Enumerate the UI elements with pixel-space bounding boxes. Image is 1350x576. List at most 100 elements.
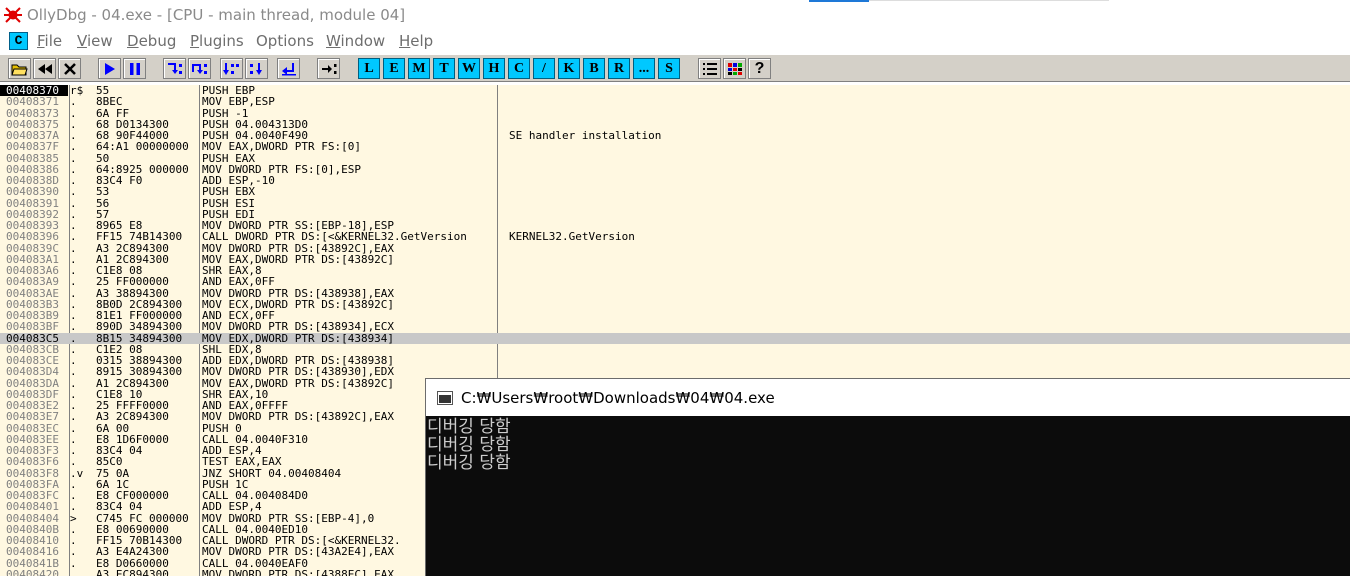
flow-marker: . [70,130,77,141]
disasm-row[interactable]: 00408386. 64:8925 000000 MOV DWORD PTR FS:… [0,164,1350,175]
hex-dump-cell: 25 FFFF0000 [96,400,169,411]
step-into-icon[interactable] [163,58,186,79]
address-cell: 004083EE [6,433,59,445]
flow-marker: . [70,433,77,445]
threads-window-button[interactable]: T [433,58,455,79]
hex-dump-cell: 8B15 34894300 [96,332,183,344]
menu-debug[interactable]: Debug [127,32,176,50]
flow-marker: .v [70,467,84,479]
disasm-row[interactable]: 004083CE. 0315 38894300 ADD EDX,DWORD PTR … [0,355,1350,366]
flow-marker: . [70,175,77,186]
modules-window-button[interactable]: E [383,58,405,79]
disasm-row[interactable]: 00408385. 50 PUSH EAX [0,153,1350,164]
address-cell: 00408393 [6,220,59,231]
instruction-cell: ADD ESP,-10 [202,175,275,186]
address-cell: 00408371 [6,96,59,108]
trace-over-icon[interactable] [245,58,268,79]
flow-marker: . [70,478,77,490]
disasm-row[interactable]: 00408370 r$ 55 PUSH EBP [0,85,1350,96]
flow-marker: . [70,96,77,108]
hex-dump-cell: 83C4 04 [96,501,143,513]
menu-options[interactable]: Options [256,32,314,50]
disasm-row[interactable]: 004083B3. 8B0D 2C894300 MOV ECX,DWORD PTR … [0,299,1350,310]
console-app-icon [437,391,453,405]
address-cell: 00408416 [6,546,59,558]
log-window-button[interactable]: L [358,58,380,79]
flow-marker: . [70,242,77,254]
address-cell: 00408392 [6,208,59,220]
instruction-cell: MOV EBP,ESP [202,96,275,108]
address-cell: 0040837A [6,130,59,141]
disasm-row[interactable]: 004083CB. C1E2 08 SHL EDX,8 [0,344,1350,355]
windows-window-button[interactable]: W [458,58,480,79]
flow-marker: . [70,535,77,546]
disasm-row[interactable]: 004083A1. A1 2C894300 MOV EAX,DWORD PTR DS… [0,254,1350,265]
disasm-row[interactable]: 0040837A. 68 90F44000 PUSH 04.0040F490 SE h… [0,130,1350,141]
disasm-row[interactable]: 0040838D. 83C4 F0 ADD ESP,-10 [0,175,1350,186]
execute-till-return-icon[interactable] [277,58,300,79]
console-title-bar[interactable]: C:₩Users₩root₩Downloads₩04₩04.exe [425,378,1350,416]
disasm-row[interactable]: 00408373. 6A FF PUSH -1 [0,108,1350,119]
disasm-row[interactable]: 00408390. 53 PUSH EBX [0,186,1350,197]
address-cell: 00408385 [6,152,59,164]
console-window[interactable]: C:₩Users₩root₩Downloads₩04₩04.exe 디버깅 당함… [425,378,1350,576]
list-icon[interactable] [698,58,721,79]
flow-marker: . [70,490,77,501]
disasm-row[interactable]: 004083C5. 8B15 34894300 MOV EDX,DWORD PTR … [0,332,1350,344]
disasm-row[interactable]: 00408396. FF15 74B14300 CALL DWORD PTR DS:… [0,231,1350,242]
trace-into-icon[interactable] [220,58,243,79]
menu-plugins[interactable]: Plugins [190,32,244,50]
address-cell: 004083A6 [6,265,59,276]
cpu-window-icon[interactable]: C [9,32,28,50]
close-icon[interactable] [58,58,81,79]
go-to-origin-icon[interactable] [317,58,340,79]
memory-window-button[interactable]: M [408,58,430,79]
disasm-row[interactable]: 00408391. 56 PUSH ESI [0,198,1350,209]
hex-dump-cell: 890D 34894300 [96,321,183,333]
help-button[interactable]: ? [748,58,771,79]
flow-marker: . [70,422,77,434]
flow-marker: r$ [70,85,84,96]
disasm-row[interactable]: 004083D4. 8915 30894300 MOV DWORD PTR DS:[… [0,366,1350,377]
disasm-row[interactable]: 004083A9. 25 FF000000 AND EAX,0FF [0,276,1350,287]
disasm-row[interactable]: 0040837F. 64:A1 00000000 MOV EAX,DWORD PTR… [0,141,1350,152]
instruction-cell: SHR EAX,8 [202,265,262,276]
disasm-row[interactable]: 00408392. 57 PUSH EDI [0,209,1350,220]
flow-marker: . [70,411,77,423]
call-stack-window-button[interactable]: K [558,58,580,79]
cpu-window-button[interactable]: C [508,58,530,79]
run-trace-window-button[interactable]: ... [633,58,655,79]
references-window-button[interactable]: R [608,58,630,79]
run-icon[interactable] [98,58,121,79]
rewind-icon[interactable] [33,58,56,79]
menu-view[interactable]: View [77,32,113,50]
menu-window[interactable]: Window [326,32,385,50]
patches-window-button[interactable]: / [533,58,555,79]
disasm-row[interactable]: 004083BF. 890D 34894300 MOV DWORD PTR DS:[… [0,321,1350,332]
step-over-icon[interactable] [188,58,211,79]
disasm-row[interactable]: 0040839C. A3 2C894300 MOV DWORD PTR DS:[43… [0,243,1350,254]
flow-marker: . [70,298,77,310]
disasm-row[interactable]: 00408371. 8BEC MOV EBP,ESP [0,96,1350,107]
pause-icon[interactable] [123,58,146,79]
open-file-icon[interactable] [8,58,31,79]
disasm-row[interactable]: 004083B9. 81E1 FF000000 AND ECX,0FF [0,310,1350,321]
source-window-button[interactable]: S [658,58,680,79]
breakpoints-window-button[interactable]: B [583,58,605,79]
flow-marker: . [70,388,77,400]
instruction-cell: MOV DWORD PTR SS:[EBP-18],ESP [202,220,395,231]
disasm-row[interactable]: 004083A6. C1E8 08 SHR EAX,8 [0,265,1350,276]
menu-help[interactable]: Help [399,32,433,50]
disasm-row[interactable]: 00408375. 68 D0134300 PUSH 04.004313D0 [0,119,1350,130]
hex-dump-cell: C745 FC 000000 [96,512,189,524]
colors-grid-icon[interactable] [723,58,746,79]
disasm-row[interactable]: 004083AE. A3 38894300 MOV DWORD PTR DS:[43… [0,288,1350,299]
flow-marker: . [70,186,77,198]
menu-file[interactable]: File [37,32,62,50]
hex-dump-cell: 50 [96,152,110,164]
handles-window-button[interactable]: H [483,58,505,79]
hex-dump-cell: 64:8925 000000 [96,163,189,175]
console-output[interactable]: 디버깅 당함 디버깅 당함 디버깅 당함 [425,416,1350,576]
address-cell: 004083BF [6,321,59,333]
disasm-row[interactable]: 00408393. 8965 E8 MOV DWORD PTR SS:[EBP-18… [0,220,1350,231]
